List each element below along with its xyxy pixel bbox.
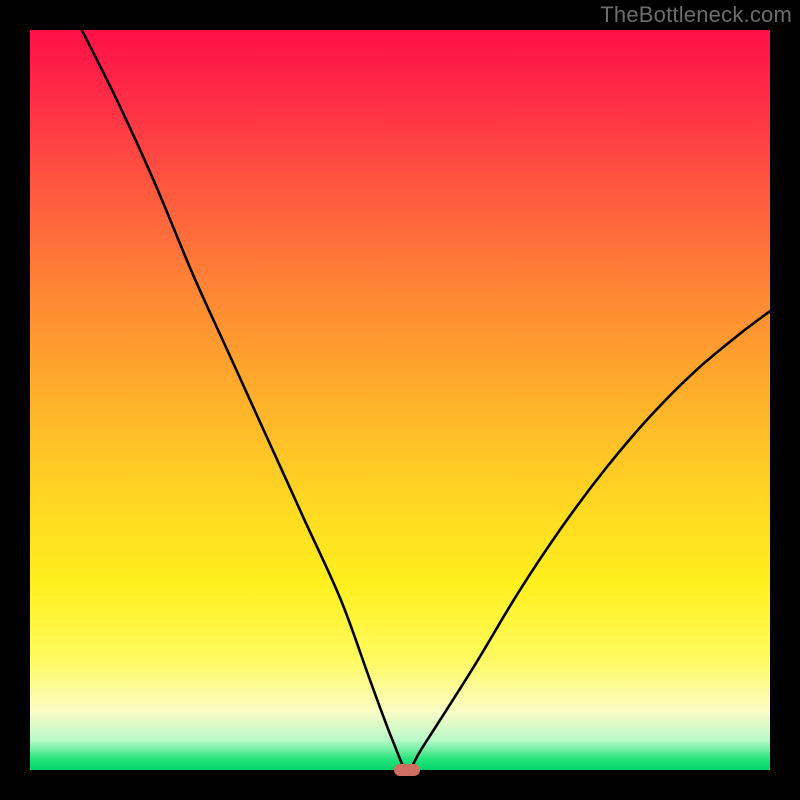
watermark-text: TheBottleneck.com <box>600 2 792 28</box>
curve-path <box>82 30 770 770</box>
chart-frame: TheBottleneck.com <box>0 0 800 800</box>
curve-layer <box>30 30 770 770</box>
plot-area <box>30 30 770 770</box>
minimum-marker <box>394 764 420 776</box>
